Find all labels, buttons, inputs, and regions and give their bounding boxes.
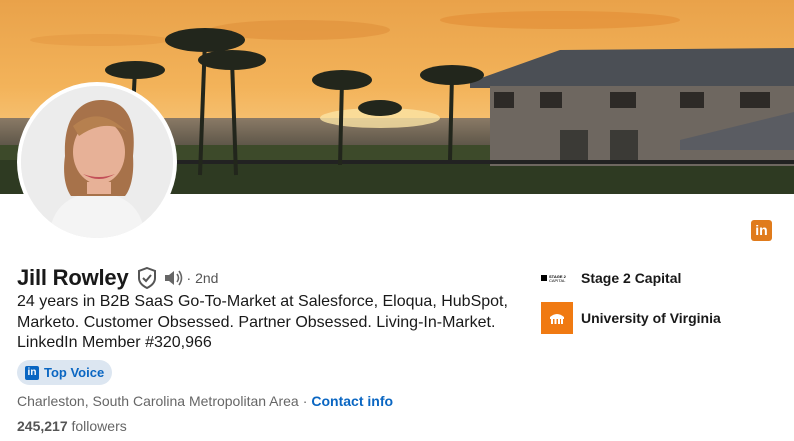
verified-shield-icon[interactable] [137, 266, 157, 290]
followers-label: followers [71, 418, 127, 434]
experience-name: Stage 2 Capital [581, 270, 682, 286]
linkedin-icon: in [25, 365, 39, 380]
location-text: Charleston, South Carolina Metropolitan … [17, 393, 299, 409]
profile-name-row: Jill Rowley · 2nd [17, 265, 218, 291]
top-voice-badge[interactable]: in Top Voice [17, 360, 113, 385]
profile-headline: 24 years in B2B SaaS Go-To-Market at Sal… [17, 293, 508, 351]
contact-info-link[interactable]: Contact info [311, 393, 393, 409]
education-item-uva[interactable]: University of Virginia [541, 302, 721, 334]
location-row: Charleston, South Carolina Metropolitan … [17, 393, 393, 409]
top-voice-label: Top Voice [44, 365, 105, 380]
followers-count: 245,217 followers [17, 418, 127, 434]
profile-avatar[interactable] [17, 82, 177, 242]
education-name: University of Virginia [581, 310, 721, 326]
connection-degree: · 2nd [186, 270, 219, 286]
svg-text:CAPITAL: CAPITAL [549, 278, 566, 283]
speaker-icon[interactable] [163, 269, 183, 287]
profile-name: Jill Rowley [17, 265, 129, 290]
separator: · [302, 393, 308, 409]
linkedin-icon[interactable]: in [751, 220, 772, 241]
stage2-logo-icon: STAGE 2 CAPITAL [541, 262, 573, 294]
experience-item-stage2[interactable]: STAGE 2 CAPITAL Stage 2 Capital [541, 262, 681, 294]
uva-rotunda-icon [541, 302, 573, 334]
followers-number: 245,217 [17, 418, 68, 434]
